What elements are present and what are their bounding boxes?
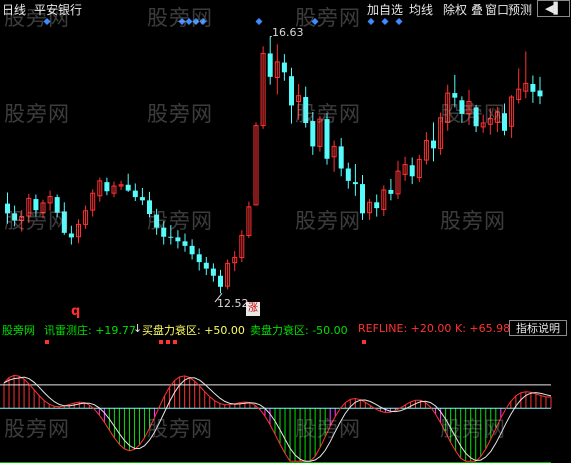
candle-body-down <box>352 182 358 185</box>
candle-body-down <box>289 76 294 106</box>
candle-body-down <box>388 189 394 194</box>
candle-body-down <box>537 90 543 97</box>
diamond-marker <box>381 18 389 25</box>
diamond-marker <box>192 18 200 25</box>
indicator-name-value: 讯雷测庄: +19.77 <box>44 324 136 337</box>
candle-body-down <box>310 121 316 147</box>
stock-name: 平安银行 <box>34 3 83 17</box>
candle-body-down <box>338 146 344 169</box>
k-line <box>3 374 552 462</box>
k-value: K: +65.98 <box>455 322 511 335</box>
candle-body-down <box>33 199 39 211</box>
moving-average-button[interactable]: 均线 <box>409 1 433 18</box>
diamond-marker <box>255 18 263 25</box>
candle-body-down <box>168 236 174 238</box>
window-button[interactable]: 窗口 <box>485 1 509 18</box>
candle-body-down <box>459 100 465 114</box>
diamond-marker <box>199 18 207 25</box>
refline-value: REFLINE: +20.00 <box>358 322 452 335</box>
high-price-label: 16.63 <box>272 26 304 39</box>
indicator-source: 股旁网 <box>2 324 35 337</box>
diamond-marker <box>367 18 375 25</box>
candle-body-down <box>104 182 110 192</box>
candle-body-down <box>210 268 216 276</box>
candle-body-down <box>324 119 330 159</box>
candle-body-down <box>281 62 287 73</box>
ex-rights-button[interactable]: 除权 <box>443 1 467 18</box>
candle-body-down <box>161 227 167 237</box>
signal-square <box>159 340 163 344</box>
candle-body-down <box>61 211 67 233</box>
buy-fade-zone-value: 买盘力衰区: +50.00 <box>142 324 245 337</box>
candle-body-down <box>218 275 223 287</box>
candle-body-down <box>203 262 209 269</box>
candle-body-down <box>196 254 202 263</box>
candle-body-down <box>530 84 536 92</box>
chart-canvas[interactable] <box>0 0 571 463</box>
candle-body-down <box>154 214 160 228</box>
candle-body-down <box>5 203 10 214</box>
candle-body-down <box>452 93 458 98</box>
indicator-info-bar: 股旁网 讯雷测庄: +19.77 ↓ 买盘力衰区: +50.00 卖盘力衰区: … <box>0 322 571 337</box>
down-arrow-icon: ↓ <box>133 322 143 335</box>
q-marker: q <box>71 304 81 319</box>
signal-square <box>45 340 49 344</box>
limit-up-marker: 涨 <box>246 302 260 316</box>
candle-body-down <box>147 200 152 214</box>
candle-body-down <box>175 237 181 242</box>
candle-body-down <box>345 168 351 181</box>
signal-square <box>173 340 177 344</box>
indicator-help-button[interactable]: 指标说明 <box>509 320 567 336</box>
candle-body-down <box>189 245 195 255</box>
candle-body-down <box>125 184 131 191</box>
candle-body-down <box>431 140 436 149</box>
candle-body-down <box>502 113 507 131</box>
candle-body-down <box>68 233 74 238</box>
d-line <box>3 376 552 462</box>
diamond-marker <box>178 18 186 25</box>
diamond-marker <box>43 18 51 25</box>
stock-chart-window: 股旁网 股旁网 股旁网 股旁网 股旁网 股旁网 股旁网 股旁网 股旁网 股旁网 … <box>0 0 571 463</box>
add-watchlist-button[interactable]: 加自选 <box>367 1 403 18</box>
low-price-label: 12.52 <box>217 297 249 310</box>
candle-body-down <box>139 197 145 201</box>
forecast-button[interactable]: 预测 <box>508 1 532 18</box>
candle-body-down <box>267 53 273 77</box>
candle-body-down <box>303 97 309 123</box>
arrow-left-close-icon[interactable]: ◀▌ <box>537 0 570 17</box>
overlay-button[interactable]: 叠 <box>471 1 483 18</box>
sell-fade-zone-value: 卖盘力衰区: -50.00 <box>250 324 348 337</box>
candle-body-down <box>473 107 479 127</box>
candle-body-down <box>409 165 415 177</box>
period-label[interactable]: 日线 <box>2 1 26 18</box>
signal-square <box>362 340 366 344</box>
candle-body-down <box>374 202 380 209</box>
candle-body-down <box>12 213 18 221</box>
candle-body-down <box>360 184 365 214</box>
diamond-marker <box>185 18 193 25</box>
signal-square <box>166 340 170 344</box>
diamond-marker <box>311 18 319 25</box>
candle-body-down <box>54 197 60 213</box>
chart-toolbar: 日线 平安银行 加自选 均线 除权 叠 窗口 预测 ◀▌ <box>0 0 571 18</box>
diamond-marker <box>395 18 403 25</box>
candle-body-down <box>132 190 138 198</box>
candle-body-down <box>182 241 188 246</box>
